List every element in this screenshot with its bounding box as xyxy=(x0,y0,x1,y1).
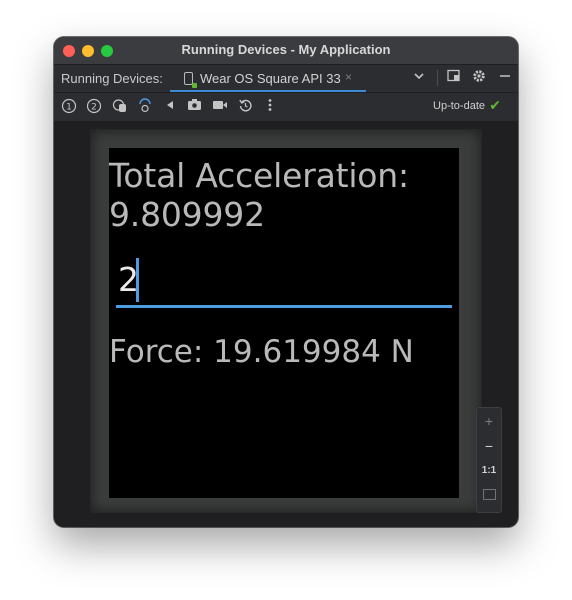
zoom-in-button[interactable]: + xyxy=(477,410,501,432)
actual-size-button[interactable]: 1:1 xyxy=(477,460,501,482)
device-tab-label: Wear OS Square API 33 xyxy=(200,71,341,86)
zoom-controls: + − 1:1 xyxy=(476,407,502,513)
zoom-out-button[interactable]: − xyxy=(477,435,501,457)
device-icon xyxy=(184,72,197,88)
svg-text:1: 1 xyxy=(66,103,72,113)
button-2-icon[interactable]: 2 xyxy=(85,98,103,116)
button-1-icon[interactable]: 1 xyxy=(60,98,78,116)
device-toolbar: 1 2 Up-to-date ✔ xyxy=(54,93,518,121)
back-icon[interactable] xyxy=(161,98,179,116)
tilt-icon[interactable] xyxy=(136,98,154,116)
gear-icon[interactable] xyxy=(470,69,488,87)
status-label: Up-to-date xyxy=(433,100,485,112)
running-devices-window: Running Devices - My Application Running… xyxy=(54,37,518,527)
tabbar-label: Running Devices: xyxy=(61,71,163,86)
palm-icon[interactable] xyxy=(111,98,129,116)
device-display-area: Total Acceleration: 9.809992 2 Force: 19… xyxy=(54,121,518,527)
camera-icon[interactable] xyxy=(185,98,203,116)
acceleration-value: 9.809992 xyxy=(109,195,265,234)
svg-text:2: 2 xyxy=(91,103,97,113)
check-icon: ✔ xyxy=(489,97,501,113)
title-bar: Running Devices - My Application xyxy=(54,37,518,65)
chevron-down-icon[interactable] xyxy=(410,69,428,87)
watch-screen[interactable]: Total Acceleration: 9.809992 2 Force: 19… xyxy=(109,148,459,498)
close-tab-icon[interactable]: × xyxy=(345,70,352,84)
tab-wear-os-square[interactable]: Wear OS Square API 33 × xyxy=(170,65,366,92)
reset-icon[interactable] xyxy=(236,98,254,116)
layout-icon[interactable] xyxy=(444,69,462,87)
device-frame: Total Acceleration: 9.809992 2 Force: 19… xyxy=(90,129,482,513)
force-text: Force: 19.619984 N xyxy=(109,334,414,370)
fit-screen-button[interactable] xyxy=(477,485,501,507)
mass-input-field[interactable]: 2 xyxy=(116,256,452,308)
record-icon[interactable] xyxy=(211,98,229,116)
total-acceleration-text: Total Acceleration: 9.809992 xyxy=(109,156,409,234)
text-caret xyxy=(136,258,139,302)
more-icon[interactable] xyxy=(261,98,279,116)
input-underline xyxy=(116,305,452,308)
minimize-icon[interactable] xyxy=(496,69,514,87)
window-title: Running Devices - My Application xyxy=(181,42,391,57)
fit-screen-icon xyxy=(483,489,496,500)
acceleration-label: Total Acceleration: xyxy=(109,156,409,195)
active-tab-indicator xyxy=(170,90,366,92)
tab-bar: Running Devices: Wear OS Square API 33 × xyxy=(54,65,518,93)
